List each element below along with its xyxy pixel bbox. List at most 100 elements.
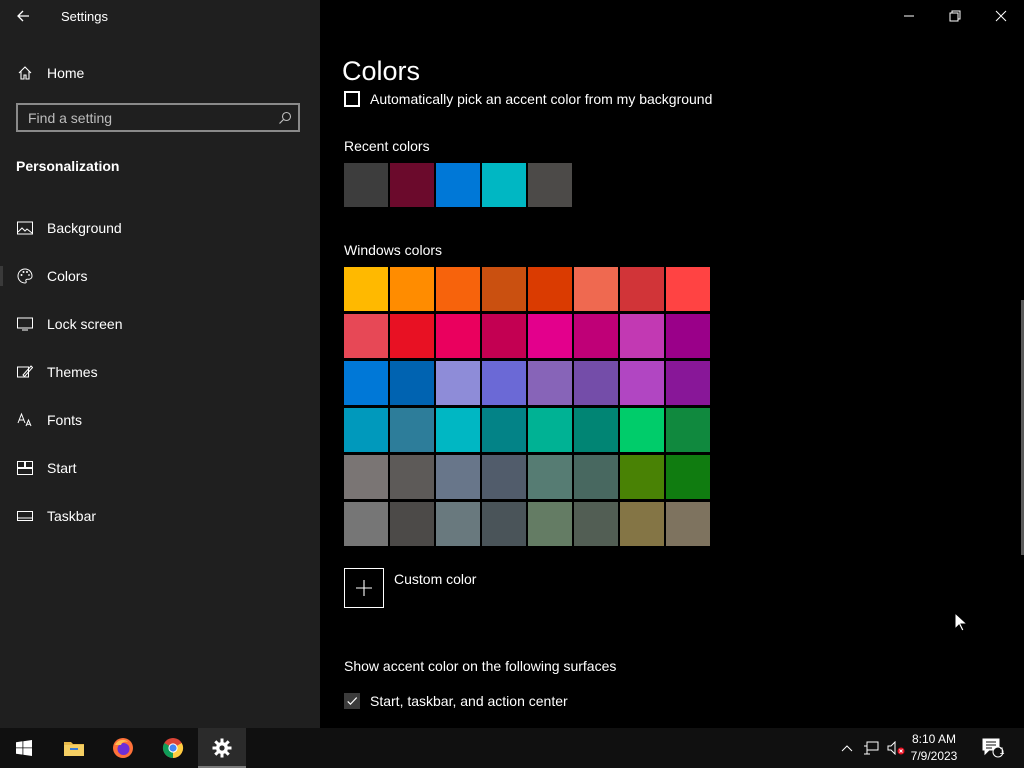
windows-color-swatch[interactable] [666, 314, 710, 358]
nav-home[interactable]: Home [0, 56, 320, 90]
windows-color-swatch[interactable] [390, 314, 434, 358]
windows-color-swatch[interactable] [528, 361, 572, 405]
sidebar-item-start[interactable]: Start [0, 444, 320, 492]
settings-taskbar-button[interactable] [198, 728, 246, 768]
clock[interactable]: 8:10 AM 7/9/2023 [906, 731, 962, 765]
windows-color-swatch[interactable] [528, 502, 572, 546]
windows-color-swatch[interactable] [620, 502, 664, 546]
windows-color-swatch[interactable] [482, 502, 526, 546]
windows-color-swatch[interactable] [390, 455, 434, 499]
minimize-icon [904, 15, 914, 17]
sidebar-item-lock-screen[interactable]: Lock screen [0, 300, 320, 348]
search-box[interactable] [16, 103, 300, 132]
windows-color-swatch[interactable] [344, 455, 388, 499]
custom-color-button[interactable]: Custom color [344, 568, 476, 608]
windows-color-swatch[interactable] [436, 408, 480, 452]
minimize-button[interactable] [886, 0, 932, 32]
windows-color-swatch[interactable] [344, 361, 388, 405]
sidebar-item-colors[interactable]: Colors [0, 252, 320, 300]
windows-color-swatch[interactable] [528, 408, 572, 452]
firefox-button[interactable] [99, 728, 147, 768]
show-hidden-icons-button[interactable] [837, 728, 857, 768]
windows-color-swatch[interactable] [528, 455, 572, 499]
selection-indicator [0, 266, 3, 286]
windows-color-swatch[interactable] [482, 408, 526, 452]
windows-color-swatch[interactable] [666, 361, 710, 405]
firefox-icon [113, 738, 133, 758]
windows-color-swatch[interactable] [574, 502, 618, 546]
windows-color-swatch[interactable] [666, 267, 710, 311]
windows-color-swatch[interactable] [482, 314, 526, 358]
file-explorer-button[interactable] [50, 728, 98, 768]
plus-icon[interactable] [344, 568, 384, 608]
windows-color-swatch[interactable] [666, 502, 710, 546]
back-button[interactable] [8, 2, 38, 30]
start-taskbar-label: Start, taskbar, and action center [370, 693, 568, 709]
sidebar-item-fonts[interactable]: Fonts [0, 396, 320, 444]
mouse-cursor-icon [954, 612, 968, 632]
recent-color-swatch[interactable] [482, 163, 526, 207]
windows-colors-grid [344, 267, 710, 546]
windows-color-swatch[interactable] [574, 408, 618, 452]
windows-color-swatch[interactable] [620, 408, 664, 452]
windows-color-swatch[interactable] [390, 267, 434, 311]
restore-button[interactable] [932, 0, 978, 32]
recent-color-swatch[interactable] [436, 163, 480, 207]
checkbox-box[interactable] [344, 91, 360, 107]
start-button[interactable] [0, 728, 48, 768]
network-icon [864, 741, 879, 755]
recent-color-swatch[interactable] [528, 163, 572, 207]
windows-color-swatch[interactable] [436, 267, 480, 311]
windows-color-swatch[interactable] [344, 267, 388, 311]
start-taskbar-checkbox[interactable]: Start, taskbar, and action center [344, 693, 568, 709]
checkbox-box[interactable] [344, 693, 360, 709]
windows-color-swatch[interactable] [574, 314, 618, 358]
windows-color-swatch[interactable] [574, 455, 618, 499]
search-input[interactable] [18, 105, 272, 130]
windows-color-swatch[interactable] [666, 408, 710, 452]
windows-color-swatch[interactable] [666, 455, 710, 499]
close-button[interactable] [978, 0, 1024, 32]
search-icon[interactable] [272, 105, 298, 130]
start-icon [16, 459, 34, 477]
volume-button[interactable] [884, 728, 908, 768]
clock-date: 7/9/2023 [910, 749, 958, 763]
windows-color-swatch[interactable] [620, 314, 664, 358]
windows-color-swatch[interactable] [436, 361, 480, 405]
windows-color-swatch[interactable] [482, 455, 526, 499]
clock-time: 8:10 AM [911, 732, 957, 746]
auto-pick-accent-checkbox[interactable]: Automatically pick an accent color from … [344, 91, 712, 107]
network-button[interactable] [860, 728, 882, 768]
windows-color-swatch[interactable] [390, 502, 434, 546]
windows-color-swatch[interactable] [390, 408, 434, 452]
settings-sidebar: Settings Home Personalization [0, 0, 320, 728]
auto-pick-label: Automatically pick an accent color from … [370, 91, 713, 107]
sidebar-item-themes[interactable]: Themes [0, 348, 320, 396]
recent-color-swatch[interactable] [344, 163, 388, 207]
sidebar-item-taskbar[interactable]: Taskbar [0, 492, 320, 540]
windows-logo-icon [16, 740, 32, 756]
recent-color-swatch[interactable] [390, 163, 434, 207]
custom-color-label: Custom color [394, 571, 477, 587]
chrome-button[interactable] [149, 728, 197, 768]
action-center-button[interactable]: 1 [978, 728, 1008, 768]
windows-color-swatch[interactable] [528, 267, 572, 311]
windows-color-swatch[interactable] [620, 455, 664, 499]
windows-color-swatch[interactable] [390, 361, 434, 405]
windows-color-swatch[interactable] [528, 314, 572, 358]
windows-color-swatch[interactable] [344, 314, 388, 358]
windows-color-swatch[interactable] [436, 314, 480, 358]
windows-color-swatch[interactable] [344, 502, 388, 546]
windows-color-swatch[interactable] [344, 408, 388, 452]
windows-color-swatch[interactable] [620, 361, 664, 405]
windows-color-swatch[interactable] [436, 502, 480, 546]
colors-page: Colors Automatically pick an accent colo… [320, 0, 1024, 728]
windows-color-swatch[interactable] [574, 267, 618, 311]
windows-color-swatch[interactable] [482, 361, 526, 405]
windows-color-swatch[interactable] [482, 267, 526, 311]
windows-color-swatch[interactable] [436, 455, 480, 499]
windows-color-swatch[interactable] [574, 361, 618, 405]
sidebar-item-background[interactable]: Background [0, 204, 320, 252]
gear-icon [212, 738, 232, 758]
windows-color-swatch[interactable] [620, 267, 664, 311]
